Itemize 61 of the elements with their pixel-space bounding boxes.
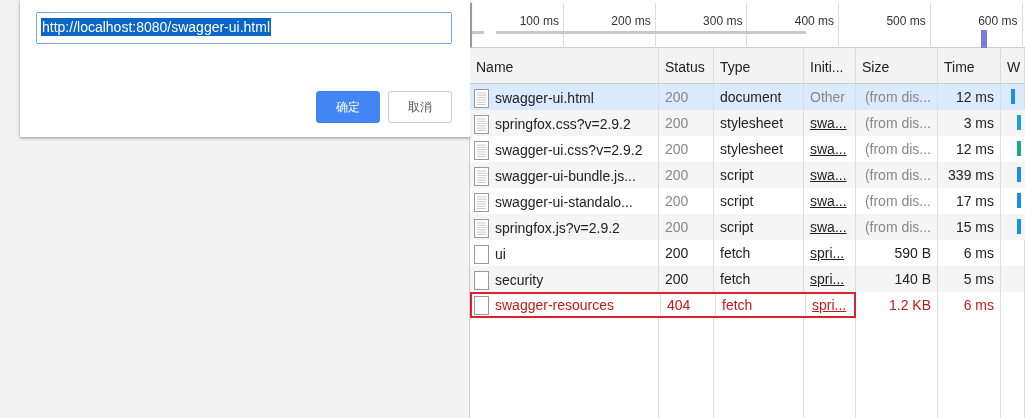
request-name[interactable]: swagger-ui-bundle.js... xyxy=(495,166,636,187)
column-header[interactable]: Initi... xyxy=(804,48,856,83)
file-icon xyxy=(474,245,489,264)
request-name[interactable]: swagger-ui-standalo... xyxy=(495,192,633,213)
initiator-link[interactable]: swa... xyxy=(810,219,847,235)
request-name[interactable]: swagger-ui.css?v=2.9.2 xyxy=(495,140,643,161)
column-header[interactable]: Time xyxy=(938,48,1001,83)
initiator-link[interactable]: swa... xyxy=(810,167,847,183)
confirm-button[interactable]: 确定 xyxy=(316,91,380,123)
type-cell: stylesheet xyxy=(714,110,804,136)
initiator-link[interactable]: spri... xyxy=(810,245,845,261)
url-input-field[interactable]: http://localhost:8080/swagger-ui.html xyxy=(36,12,452,44)
file-icon xyxy=(474,219,489,238)
size-cell: 1.2 KB xyxy=(856,292,938,318)
column-header[interactable]: Status xyxy=(659,48,714,83)
type-cell: script xyxy=(714,214,804,240)
file-icon xyxy=(474,89,489,108)
request-name[interactable]: springfox.js?v=2.9.2 xyxy=(495,218,620,239)
type-cell: fetch xyxy=(716,294,806,316)
request-name[interactable]: ui xyxy=(495,244,506,265)
request-name[interactable]: swagger-resources xyxy=(495,295,615,316)
status-cell: 200 xyxy=(659,214,714,240)
request-row[interactable]: springfox.js?v=2.9.2 200 script swa... (from dis... 15 ms xyxy=(470,214,1025,240)
initiator-link[interactable]: spri... xyxy=(812,297,847,313)
status-cell: 200 xyxy=(659,110,714,136)
request-row[interactable]: swagger-ui-bundle.js... 200 script swa... (from dis... 339 ms xyxy=(470,162,1025,188)
size-cell: (from dis... xyxy=(856,162,938,188)
size-cell: (from dis... xyxy=(856,214,938,240)
request-row[interactable]: security 200 fetch spri... 140 B 5 ms xyxy=(470,266,1025,292)
column-header[interactable]: Size xyxy=(856,48,938,83)
initiator-link[interactable]: swa... xyxy=(810,193,847,209)
size-cell: (from dis... xyxy=(856,110,938,136)
type-cell: fetch xyxy=(714,266,804,292)
size-cell: 140 B xyxy=(856,266,938,292)
initiator-link[interactable]: spri... xyxy=(810,271,845,287)
request-row[interactable]: springfox.css?v=2.9.2 200 stylesheet swa... (from dis... 3 ms xyxy=(470,110,1025,136)
column-header[interactable]: W xyxy=(1001,48,1025,83)
cancel-button[interactable]: 取消 xyxy=(388,91,452,123)
file-icon xyxy=(474,141,489,160)
file-icon xyxy=(474,193,489,212)
request-row[interactable]: swagger-ui.html 200 document Other (from dis... 12 ms xyxy=(470,84,1025,110)
column-header[interactable]: Type xyxy=(714,48,804,83)
column-header[interactable]: Name xyxy=(470,48,659,83)
file-icon xyxy=(474,271,489,290)
time-cell: 15 ms xyxy=(938,214,1001,240)
initiator-link[interactable]: swa... xyxy=(810,115,847,131)
time-cell: 5 ms xyxy=(938,266,1001,292)
request-name[interactable]: security xyxy=(495,270,544,291)
time-cell: 3 ms xyxy=(938,110,1001,136)
initiator-link[interactable]: swa... xyxy=(810,141,847,157)
request-name[interactable]: springfox.css?v=2.9.2 xyxy=(495,114,631,135)
file-icon xyxy=(474,167,489,186)
status-cell: 200 xyxy=(659,162,714,188)
time-cell: 339 ms xyxy=(938,162,1001,188)
request-row[interactable]: swagger-resources 404 fetch spri... 1.2 KB 6 ms xyxy=(470,292,1025,318)
status-cell: 404 xyxy=(661,294,716,316)
status-cell: 200 xyxy=(659,266,714,292)
file-icon xyxy=(474,296,489,315)
type-cell: script xyxy=(714,162,804,188)
time-cell: 6 ms xyxy=(938,292,1001,318)
file-icon xyxy=(474,115,489,134)
